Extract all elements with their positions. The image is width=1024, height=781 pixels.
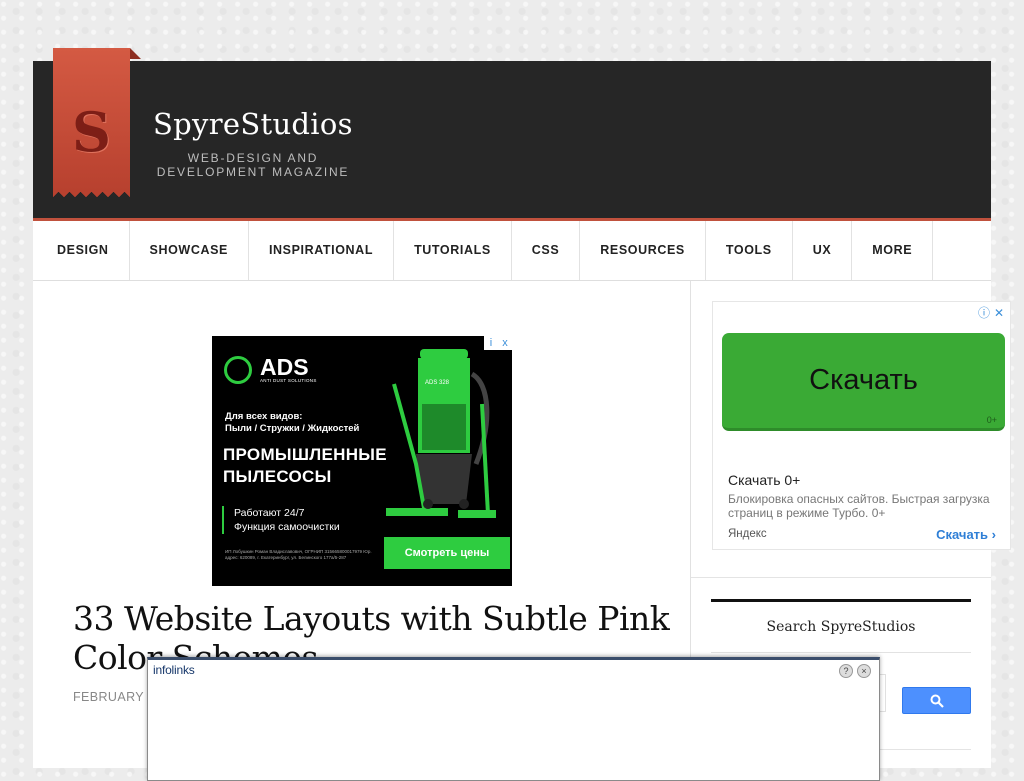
nav-item-more[interactable]: MORE bbox=[852, 221, 934, 280]
ad-line-2: Пыли / Стружки / Жидкостей bbox=[225, 423, 360, 434]
ad-title[interactable]: Скачать 0+ bbox=[728, 472, 800, 488]
nav-item-tutorials[interactable]: TUTORIALS bbox=[394, 221, 512, 280]
chevron-right-icon: › bbox=[991, 527, 996, 542]
ad-age-badge: 0+ bbox=[986, 415, 997, 425]
search-widget: Search SpyreStudios bbox=[711, 599, 971, 714]
ad-close-icon[interactable]: x bbox=[498, 336, 512, 350]
nav-item-resources[interactable]: RESOURCES bbox=[580, 221, 706, 280]
ad-choices-icons[interactable]: ⓘ✕ bbox=[978, 304, 1008, 321]
infolinks-controls: ? × bbox=[839, 664, 871, 678]
ad-legal-text: ИП Лобушкин Роман Владиславович, ОГРНИП … bbox=[225, 549, 372, 560]
site-tagline: WEB-DESIGN AND DEVELOPMENT MAGAZINE bbox=[156, 151, 350, 179]
ad-line-1: Для всех видов: bbox=[225, 411, 303, 422]
nav-item-showcase[interactable]: SHOWCASE bbox=[130, 221, 249, 280]
banner-ad[interactable]: i x ADS ANTI DUST SOLUTIONS Для всех вид… bbox=[212, 336, 512, 586]
nav-item-design[interactable]: DESIGN bbox=[33, 221, 130, 280]
post-date: FEBRUARY 2 bbox=[73, 690, 156, 704]
nav-item-css[interactable]: CSS bbox=[512, 221, 581, 280]
site-header: S SpyreStudios WEB-DESIGN AND DEVELOPMEN… bbox=[33, 48, 991, 221]
infolinks-logo[interactable]: infolinks bbox=[153, 663, 195, 677]
infolinks-overlay[interactable]: infolinks ? × bbox=[147, 657, 880, 781]
ad-feature-1: Работают 24/7 bbox=[234, 507, 305, 519]
ad-download-label: Скачать bbox=[809, 364, 918, 396]
ad-download-link[interactable]: Скачать › bbox=[936, 527, 996, 542]
ad-link-label: Скачать bbox=[936, 527, 989, 542]
help-icon[interactable]: ? bbox=[839, 664, 853, 678]
sidebar-ad[interactable]: ⓘ✕ Скачать 0+ Скачать 0+ Блокировка опас… bbox=[712, 301, 1011, 550]
ad-brand-sub: ANTI DUST SOLUTIONS bbox=[260, 378, 317, 383]
ad-description: Блокировка опасных сайтов. Быстрая загру… bbox=[728, 492, 990, 520]
ad-brand: ADS bbox=[260, 354, 309, 380]
search-widget-title: Search SpyreStudios bbox=[711, 602, 971, 653]
sidebar-divider bbox=[691, 577, 991, 578]
ad-download-button[interactable]: Скачать 0+ bbox=[722, 333, 1005, 431]
nav-item-inspirational[interactable]: INSPIRATIONAL bbox=[249, 221, 395, 280]
ad-feature-2: Функция самоочистки bbox=[234, 521, 340, 533]
nav-item-ux[interactable]: UX bbox=[793, 221, 853, 280]
nav-item-tools[interactable]: TOOLS bbox=[706, 221, 793, 280]
ads-logo-icon bbox=[224, 356, 252, 384]
logo-letter: S bbox=[72, 100, 111, 164]
site-name[interactable]: SpyreStudios bbox=[153, 107, 353, 141]
search-button[interactable] bbox=[902, 687, 971, 714]
logo-ribbon[interactable]: S bbox=[53, 48, 141, 199]
ad-source: Яндекс bbox=[728, 528, 767, 540]
ad-model-label: ADS 328 bbox=[425, 380, 450, 386]
search-icon bbox=[930, 694, 944, 709]
vacuum-cleaner-image: ADS 328 bbox=[386, 349, 496, 518]
ad-features: Работают 24/7 Функция самоочистки bbox=[222, 506, 340, 534]
close-icon[interactable]: × bbox=[857, 664, 871, 678]
main-nav: DESIGN SHOWCASE INSPIRATIONAL TUTORIALS … bbox=[33, 221, 991, 281]
ad-cta-button[interactable]: Смотреть цены bbox=[384, 537, 510, 569]
